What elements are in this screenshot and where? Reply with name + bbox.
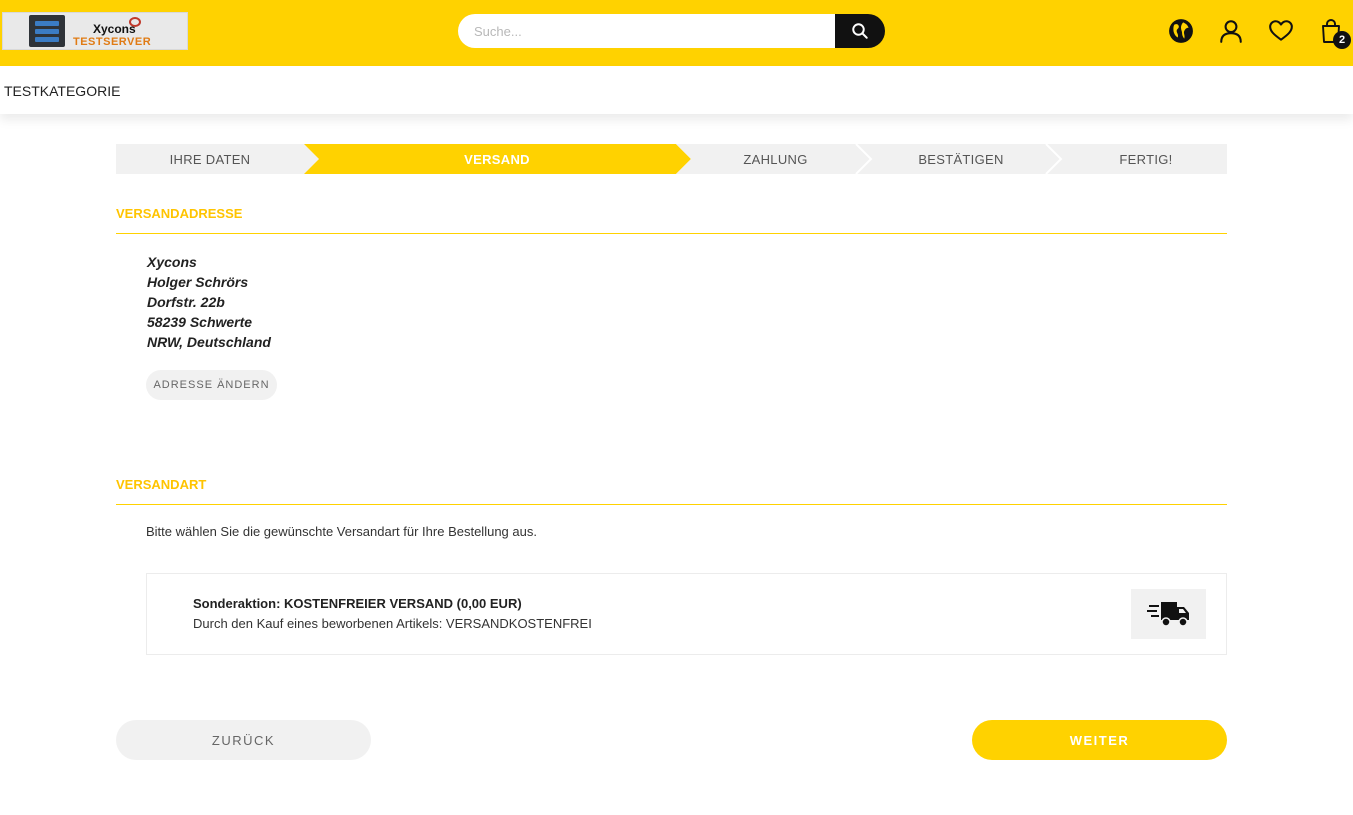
checkout-steps: IHRE DATEN VERSAND ZAHLUNG BESTÄTIGEN FE… (116, 144, 1227, 174)
search-bar (458, 14, 885, 48)
search-button[interactable] (835, 14, 885, 48)
header: Xycons TESTSERVER 2 (0, 0, 1353, 66)
address-line-company: Xycons (147, 254, 197, 270)
heart-icon (1269, 20, 1293, 41)
account-button[interactable] (1217, 17, 1245, 45)
cart-count-badge: 2 (1333, 31, 1351, 49)
shipping-option-description: Durch den Kauf eines beworbenen Artikels… (193, 616, 592, 631)
logo-name: Xycons (93, 22, 136, 36)
logo[interactable]: Xycons TESTSERVER (2, 12, 188, 50)
step-fertig: FERTIG! (1119, 151, 1173, 167)
shipping-address-title: VERSANDADRESSE (116, 206, 243, 221)
address-line-city: 58239 Schwerte (147, 314, 253, 330)
change-address-button[interactable]: ADRESSE ÄNDERN (146, 370, 277, 400)
shipping-option-title: Sonderaktion: KOSTENFREIER VERSAND (0,00… (193, 596, 522, 611)
address-line-street: Dorfstr. 22b (147, 294, 225, 310)
user-icon (1220, 20, 1242, 43)
server-icon (29, 15, 65, 47)
shipping-address-divider (116, 233, 1227, 234)
wishlist-button[interactable] (1267, 17, 1295, 45)
next-button[interactable]: WEITER (972, 720, 1227, 760)
back-button[interactable]: ZURÜCK (116, 720, 371, 760)
shipping-method-divider (116, 504, 1227, 505)
shipping-option-icon-box (1131, 589, 1206, 639)
cart-button[interactable]: 2 (1317, 17, 1351, 49)
shipping-method-info: Bitte wählen Sie die gewünschte Versanda… (146, 524, 537, 539)
delivery-truck-icon (1146, 602, 1189, 627)
address-line-name: Holger Schrörs (147, 274, 249, 290)
category-nav: TESTKATEGORIE (0, 66, 1353, 114)
step-bestaetigen: BESTÄTIGEN (918, 151, 1004, 167)
shipping-address: Xycons Holger Schrörs Dorfstr. 22b 58239… (147, 252, 271, 352)
step-ihre-daten[interactable]: IHRE DATEN (116, 144, 304, 174)
shipping-method-title: VERSANDART (116, 477, 207, 492)
step-zahlung: ZAHLUNG (743, 151, 808, 167)
shipping-option-free[interactable]: Sonderaktion: KOSTENFREIER VERSAND (0,00… (146, 573, 1227, 655)
nav-item-testkategorie[interactable]: TESTKATEGORIE (4, 83, 120, 99)
address-line-region: NRW, Deutschland (147, 334, 271, 350)
search-input[interactable] (458, 14, 836, 48)
language-button[interactable] (1167, 17, 1195, 45)
globe-icon (1169, 19, 1193, 43)
step-versand: VERSAND (464, 151, 530, 167)
logo-subtitle: TESTSERVER (73, 36, 152, 48)
search-icon (852, 23, 868, 39)
